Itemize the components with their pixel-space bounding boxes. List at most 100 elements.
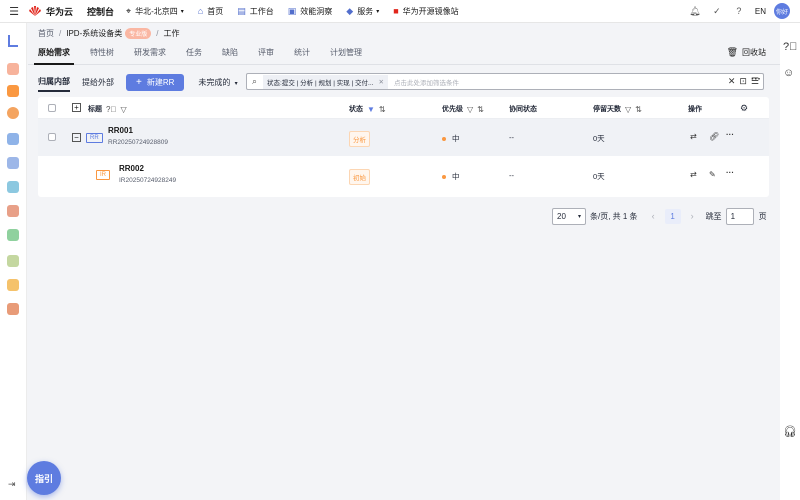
filter-own[interactable]: 归属内部 [38, 73, 70, 92]
tab-dev-requirements[interactable]: 研发需求 [124, 47, 176, 64]
header-ops-label: 操作 [688, 106, 702, 113]
nav-mirror[interactable]: ■ 华为开源镜像站 [393, 6, 458, 17]
sort-icon[interactable]: ⇅ [379, 105, 386, 114]
page-size-select[interactable]: 20 ▾ [552, 207, 586, 225]
more-icon[interactable]: ··· [726, 130, 734, 139]
bell-icon[interactable]: 🔔︎ [685, 6, 705, 17]
nav-mirror-label: 华为开源镜像站 [402, 6, 459, 16]
tab-reviews[interactable]: 评审 [248, 47, 284, 64]
priority-cell[interactable]: 中 [442, 133, 460, 144]
collapse-icon[interactable]: − [72, 133, 81, 142]
tab-plan-management[interactable]: 计划管理 [320, 47, 372, 64]
link-icon[interactable]: 🔗︎ [709, 132, 719, 141]
chevron-down-icon: ▾ [376, 8, 380, 15]
settings-icon[interactable] [7, 107, 19, 119]
tab-defects[interactable]: 缺陷 [212, 47, 248, 64]
headset-icon[interactable]: 🎧︎ [783, 425, 797, 438]
new-rr-button[interactable]: + 新建RR [126, 73, 185, 91]
nav-services[interactable]: ◆ 服务 ▾ [346, 6, 379, 17]
page-unit-label: 页 [758, 211, 767, 221]
huawei-logo[interactable] [28, 5, 42, 17]
row-code: IR20250724928249 [119, 177, 177, 184]
row-title[interactable]: RR001 [108, 126, 133, 135]
breadcrumb-home[interactable]: 首页 [38, 28, 54, 39]
table-row[interactable]: IR RR002 IR20250724928249 初始 中 -- 0天 ⇄ ✎… [38, 157, 769, 194]
project-switch-icon[interactable] [8, 35, 18, 47]
prev-page-icon[interactable]: ‹ [652, 211, 655, 221]
menu-icon[interactable]: ☰ [0, 0, 28, 23]
breadcrumb-project[interactable]: IPD-系统设备类 [66, 28, 122, 39]
sync-icon[interactable]: ⇄ [690, 170, 697, 179]
more-options-icon[interactable]: ··· [746, 74, 766, 85]
user-icon[interactable] [7, 63, 19, 75]
row-title[interactable]: RR002 [119, 164, 144, 173]
expand-all-icon[interactable]: + [72, 103, 81, 112]
nav-services-label: 服务 [357, 6, 374, 16]
mirror-icon: ■ [393, 6, 399, 16]
sync-icon[interactable]: ⇄ [690, 132, 697, 141]
status-filter-tag[interactable]: 状态:提交 | 分析 | 规划 | 实现 | 交付... ✕ [263, 74, 388, 89]
status-badge[interactable]: 初始 [349, 169, 370, 185]
next-page-icon[interactable]: › [691, 211, 694, 221]
sort-icon[interactable]: ⇅ [635, 105, 642, 114]
pagination-summary: 条/页, 共 1 条 [590, 211, 638, 221]
help-icon[interactable]: ?⃝ [106, 105, 116, 114]
filter-search[interactable]: ⌕ 状态:提交 | 分析 | 规划 | 实现 | 交付... ✕ 点击此处添加筛… [246, 73, 764, 90]
requirement-icon[interactable] [7, 85, 19, 97]
more-icon[interactable]: ··· [726, 168, 734, 177]
recycle-bin-button[interactable]: 🗑︎ 回收站 [727, 47, 766, 64]
guide-button[interactable]: 指引 [27, 461, 61, 495]
package-icon[interactable] [7, 205, 19, 217]
column-settings-icon[interactable]: ⚙ [740, 103, 748, 114]
sort-icon[interactable]: ⇅ [477, 105, 484, 114]
release-icon[interactable] [7, 255, 19, 267]
test-icon[interactable] [7, 229, 19, 241]
edit-icon[interactable]: ✎ [709, 170, 716, 179]
clear-icon[interactable]: ✕ [728, 76, 736, 87]
header-title-label: 标题 [88, 106, 102, 113]
avatar[interactable]: 你好 [774, 3, 790, 19]
nav-home[interactable]: ⌂ 首页 [198, 6, 223, 17]
table-row[interactable]: − RR RR001 RR20250724928809 分析 中 -- 0天 ⇄… [38, 119, 769, 156]
status-dropdown[interactable]: 未完成的 ▾ [198, 77, 237, 88]
close-icon[interactable]: ✕ [378, 78, 383, 86]
page-number[interactable]: 1 [664, 208, 681, 224]
code-icon[interactable] [7, 133, 19, 145]
tab-feature-tree[interactable]: 特性树 [80, 47, 124, 64]
goto-page-input[interactable]: 1 [725, 207, 754, 225]
status-badge[interactable]: 分析 [349, 131, 370, 147]
breadcrumb: 首页 / IPD-系统设备类 专业版 / 工作 [38, 27, 179, 39]
filter-external[interactable]: 提给外部 [82, 74, 114, 91]
search-placeholder[interactable]: 点击此处添加筛选条件 [394, 77, 459, 87]
select-all-checkbox[interactable] [48, 104, 56, 112]
status-filter-tag-label: 状态:提交 | 分析 | 规划 | 实现 | 交付... [267, 79, 374, 87]
smile-icon[interactable]: ☺ [783, 67, 794, 79]
nav-insight[interactable]: ▣ 效能洞察 [288, 6, 333, 17]
tab-original-requirements[interactable]: 原始需求 [28, 47, 80, 65]
docs-icon[interactable] [7, 279, 19, 291]
check-circle-icon[interactable]: ✓ [707, 6, 727, 17]
brand-name[interactable]: 华为云 [46, 5, 73, 18]
help-icon[interactable]: ? [729, 6, 749, 16]
chevron-down-icon: ▾ [180, 8, 184, 15]
filter-icon[interactable]: ▽ [120, 105, 126, 114]
collab-cell: -- [509, 171, 514, 180]
row-checkbox[interactable] [48, 133, 56, 141]
priority-cell[interactable]: 中 [442, 171, 460, 182]
tab-statistics[interactable]: 统计 [284, 47, 320, 64]
region-selector[interactable]: ⌖ 华北-北京四 ▾ [126, 6, 184, 17]
caret-down-icon: ▾ [234, 80, 238, 87]
filter-icon[interactable]: ▽ [625, 105, 631, 114]
nav-workbench[interactable]: ▤ 工作台 [237, 6, 274, 17]
filter-icon[interactable]: ▽ [467, 105, 473, 114]
console-link[interactable]: 控制台 [87, 5, 114, 18]
expand-icon[interactable]: ⇥ [8, 479, 16, 490]
filter-icon[interactable]: ▼ [367, 105, 375, 114]
tab-tasks[interactable]: 任务 [176, 47, 212, 64]
build-icon[interactable] [7, 157, 19, 169]
tools-icon[interactable] [7, 303, 19, 315]
deploy-icon[interactable] [7, 181, 19, 193]
language-switch[interactable]: EN [755, 7, 766, 16]
page-size-value: 20 [557, 211, 566, 221]
help-circle-icon[interactable]: ?⃝ [783, 41, 797, 53]
